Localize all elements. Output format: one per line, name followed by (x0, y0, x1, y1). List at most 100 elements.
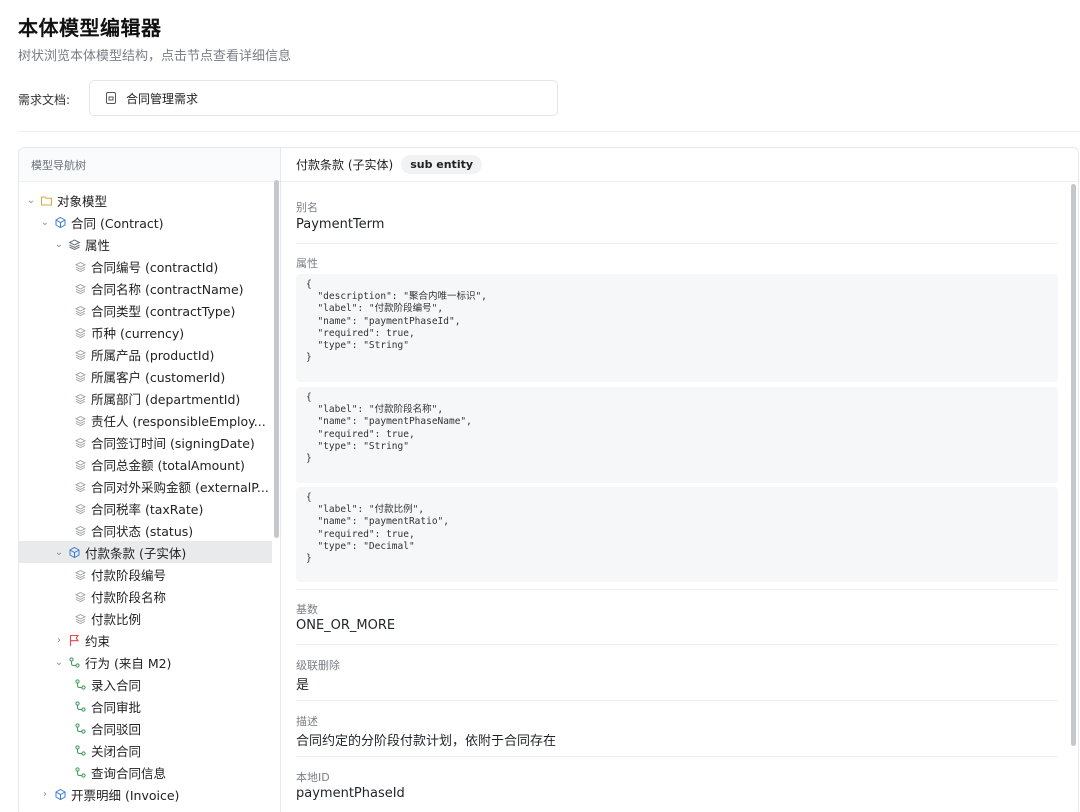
tree-node[interactable]: ⌄ 行为 (来自 M2) (19, 651, 272, 673)
attribute-json-block: { "description": "聚合内唯一标识", "label": "付款… (296, 274, 1058, 382)
tree-node[interactable]: 合同名称 (contractName) (19, 277, 272, 299)
detail-panel-header: 付款条款 (子实体) sub entity (281, 148, 1078, 182)
tree-node-label: 合同类型 (contractType) (91, 303, 236, 319)
chevron-down-icon[interactable]: ⌄ (53, 239, 65, 250)
tree-node-label: 合同对外采购金额 (externalP... (91, 479, 269, 495)
chevron-right-icon[interactable]: › (39, 789, 51, 800)
tree-node-label: 对象模型 (57, 193, 108, 209)
behavior-icon (74, 766, 87, 779)
attribute-icon (74, 612, 87, 625)
chevron-down-icon[interactable]: ⌄ (53, 547, 65, 558)
separator (296, 700, 1058, 701)
detail-content: 别名 PaymentTerm 属性 { "description": "聚合内唯… (281, 183, 1066, 812)
attribute-icon (74, 590, 87, 603)
tree-node-label: 合同审批 (91, 699, 142, 715)
tree-node-label: 合同税率 (taxRate) (91, 501, 204, 517)
tree-node[interactable]: 所属客户 (customerId) (19, 365, 272, 387)
flag-icon (68, 634, 81, 647)
attribute-json-block: { "label": "付款阶段名称", "name": "paymentPha… (296, 387, 1058, 483)
attribute-icon (74, 304, 87, 317)
tree-node-label: 关闭合同 (91, 743, 142, 759)
attribute-icon (74, 414, 87, 427)
cardinality-label: 基数 (296, 603, 318, 616)
tree-node[interactable]: › 约束 (19, 629, 272, 651)
attribute-icon (74, 458, 87, 471)
attribute-icon (74, 436, 87, 449)
tree-node-label: 责任人 (responsibleEmploy... (91, 413, 266, 429)
tree-node-label: 所属产品 (productId) (91, 347, 215, 363)
separator (296, 243, 1058, 244)
chevron-right-icon[interactable]: › (53, 635, 65, 646)
tree-node[interactable]: ⌄ 合同 (Contract) (19, 211, 272, 233)
tree-node[interactable]: 关闭合同 (19, 739, 272, 761)
alias-label: 别名 (296, 201, 318, 214)
tree-node[interactable]: 录入合同 (19, 673, 272, 695)
separator (296, 644, 1058, 645)
document-icon (106, 92, 116, 104)
tree-node[interactable]: 币种 (currency) (19, 321, 272, 343)
tree-node[interactable]: 合同编号 (contractId) (19, 255, 272, 277)
chevron-down-icon[interactable]: ⌄ (53, 657, 65, 668)
folder-icon (40, 194, 53, 207)
chevron-down-icon[interactable]: ⌄ (25, 195, 37, 206)
page-title: 本体模型编辑器 (18, 16, 162, 40)
tree-node[interactable]: 查询合同信息 (19, 761, 272, 783)
tree-node[interactable]: 付款比例 (19, 607, 272, 629)
attribute-icon (74, 568, 87, 581)
tree-node[interactable]: 合同对外采购金额 (externalP... (19, 475, 272, 497)
header-divider (18, 131, 1080, 132)
attribute-icon (74, 326, 87, 339)
behavior-icon (74, 722, 87, 735)
tree-node[interactable]: 合同驳回 (19, 717, 272, 739)
requirement-doc-name: 合同管理需求 (126, 91, 199, 106)
model-tree-panel: 模型导航树 ⌄ 对象模型 ⌄ 合同 (Contract) ⌄ 属性合同编号 (contra… (18, 147, 281, 812)
tree-node[interactable]: 所属部门 (departmentId) (19, 387, 272, 409)
tree-node[interactable]: 合同审批 (19, 695, 272, 717)
tree-node[interactable]: ⌄ 属性 (19, 233, 272, 255)
tree-node-label: 合同名称 (contractName) (91, 281, 244, 297)
detail-panel-title: 付款条款 (子实体) (296, 158, 394, 172)
tree-node-label: 所属部门 (departmentId) (91, 391, 241, 407)
tree-panel-title: 模型导航树 (31, 158, 86, 172)
cascade-delete-value: 是 (296, 678, 310, 693)
tree-node-label: 合同驳回 (91, 721, 142, 737)
tree-node-label: 约束 (85, 633, 111, 649)
tree-node[interactable]: 付款阶段编号 (19, 563, 272, 585)
cascade-delete-label: 级联删除 (296, 659, 340, 672)
chevron-down-icon[interactable]: ⌄ (39, 217, 51, 228)
attribute-icon (74, 480, 87, 493)
entity-icon (54, 788, 67, 801)
attribute-icon (74, 348, 87, 361)
tree-node-label: 所属客户 (customerId) (91, 369, 226, 385)
tree-node[interactable]: 合同状态 (status) (19, 519, 272, 541)
behavior-icon (74, 678, 87, 691)
tree-scrollbar[interactable] (274, 180, 279, 538)
detail-scrollbar[interactable] (1071, 184, 1076, 746)
local-id-label: 本地ID (296, 771, 330, 784)
attribute-icon (74, 392, 87, 405)
entity-type-badge: sub entity (401, 155, 483, 174)
attribute-icon (74, 524, 87, 537)
tree-node-label: 付款阶段名称 (91, 589, 167, 605)
behavior-icon (68, 656, 81, 669)
entity-icon (68, 546, 81, 559)
tree-node[interactable]: 所属产品 (productId) (19, 343, 272, 365)
tree-node-label: 合同总金额 (totalAmount) (91, 457, 245, 473)
tree-node[interactable]: ⌄ 对象模型 (19, 189, 272, 211)
tree-node[interactable]: 责任人 (responsibleEmploy... (19, 409, 272, 431)
tree-node[interactable]: 合同类型 (contractType) (19, 299, 272, 321)
tree-node[interactable]: 合同税率 (taxRate) (19, 497, 272, 519)
tree-node[interactable]: 合同签订时间 (signingDate) (19, 431, 272, 453)
behavior-icon (74, 700, 87, 713)
tree-node-label: 合同编号 (contractId) (91, 259, 219, 275)
tree-node-label: 属性 (85, 237, 111, 253)
attribute-icon (74, 502, 87, 515)
tree-node[interactable]: 付款阶段名称 (19, 585, 272, 607)
tree-node-label: 合同 (Contract) (71, 215, 164, 231)
tree-node[interactable]: › 开票明细 (Invoice) (19, 783, 272, 805)
local-id-value: paymentPhaseId (296, 786, 405, 801)
tree-node[interactable]: 合同总金额 (totalAmount) (19, 453, 272, 475)
separator (296, 589, 1058, 590)
tree-node[interactable]: ⌄ 付款条款 (子实体) (19, 541, 272, 563)
requirement-doc-selector[interactable]: 合同管理需求 (89, 80, 558, 116)
